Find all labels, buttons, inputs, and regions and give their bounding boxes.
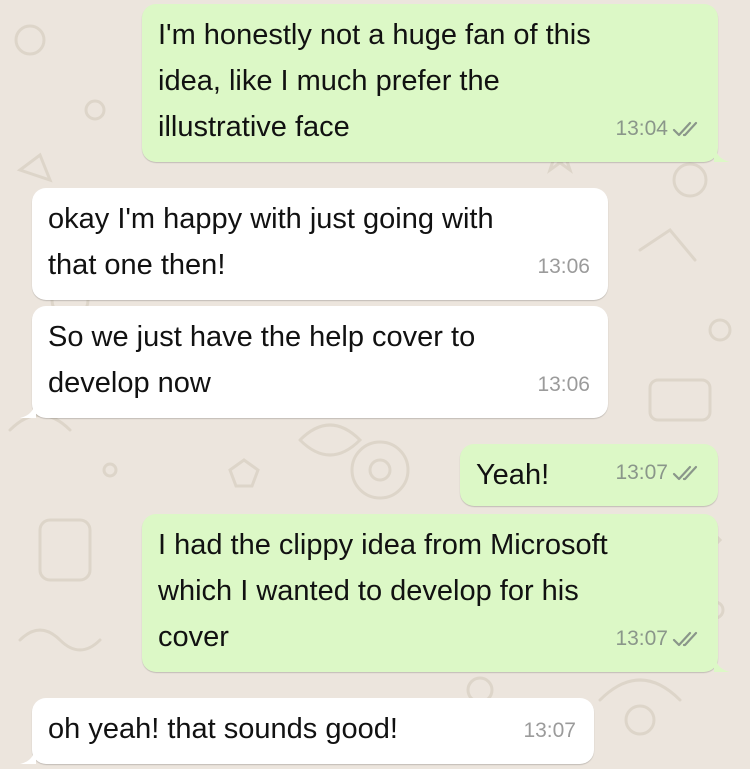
bubble-tail xyxy=(714,144,730,162)
message-bubble-outgoing[interactable]: I'm honestly not a huge fan of this idea… xyxy=(142,4,730,162)
bubble-tail xyxy=(714,654,730,672)
message-text: So we just have the help cover to develo… xyxy=(48,321,476,399)
double-check-icon xyxy=(672,121,700,137)
message-bubble-incoming[interactable]: oh yeah! that sounds good! 13:07 xyxy=(20,698,594,764)
bubble-tail xyxy=(20,746,36,764)
message-time: 13:07 xyxy=(615,627,668,650)
double-check-icon xyxy=(672,631,700,647)
message-time: 13:07 xyxy=(523,719,576,742)
message-time: 13:04 xyxy=(615,117,668,140)
bubble-tail xyxy=(20,400,36,418)
message-time: 13:06 xyxy=(537,373,590,396)
message-bubble-outgoing[interactable]: I had the clippy idea from Microsoft whi… xyxy=(142,514,730,672)
message-bubble-incoming[interactable]: So we just have the help cover to develo… xyxy=(20,306,608,418)
message-bubble-incoming[interactable]: okay I'm happy with just going with that… xyxy=(32,188,608,300)
message-time: 13:06 xyxy=(537,255,590,278)
message-text: okay I'm happy with just going with that… xyxy=(48,203,494,281)
double-check-icon xyxy=(672,465,700,481)
message-time: 13:07 xyxy=(615,461,668,484)
message-bubble-outgoing[interactable]: Yeah! 13:07 xyxy=(460,444,718,506)
message-text: oh yeah! that sounds good! xyxy=(48,713,398,745)
